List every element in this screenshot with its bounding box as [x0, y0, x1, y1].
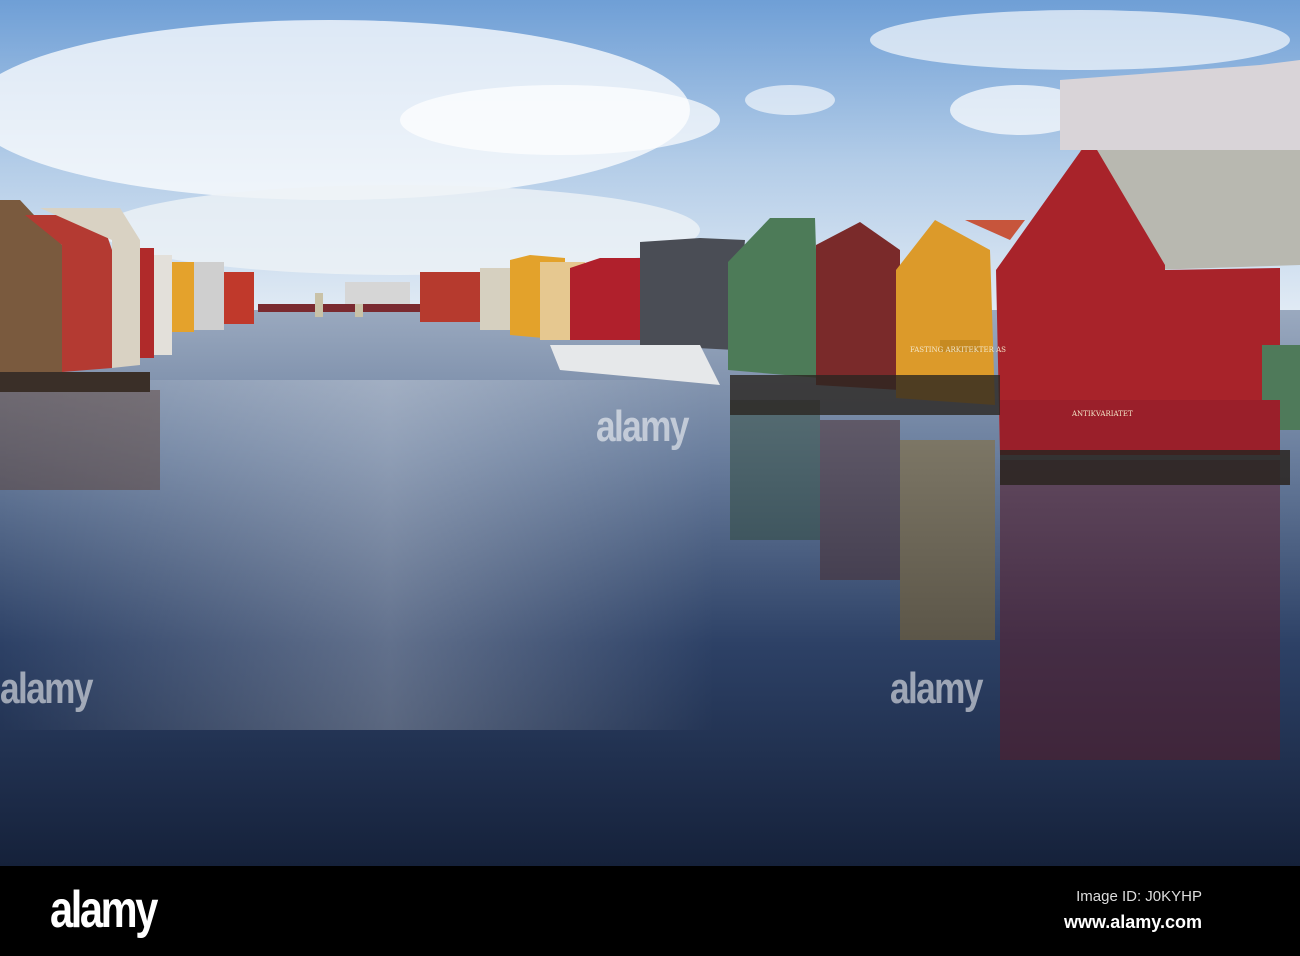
watermark-right: alamy	[890, 664, 983, 713]
building-sign-antikvariatet: ANTIKVARIATET	[1071, 410, 1133, 418]
alamy-logo: alamy	[50, 881, 158, 939]
image-id: Image ID: J0KYHP	[1076, 888, 1202, 905]
watermark-top: alamy	[596, 402, 689, 451]
footer-bar: alamy Image ID: J0KYHP www.alamy.com	[0, 866, 1300, 956]
website-link[interactable]: www.alamy.com	[1064, 912, 1202, 933]
building-sign-architects: FASTING ARKITEKTER AS	[910, 346, 1006, 354]
watermark-left: alamy	[0, 664, 93, 713]
